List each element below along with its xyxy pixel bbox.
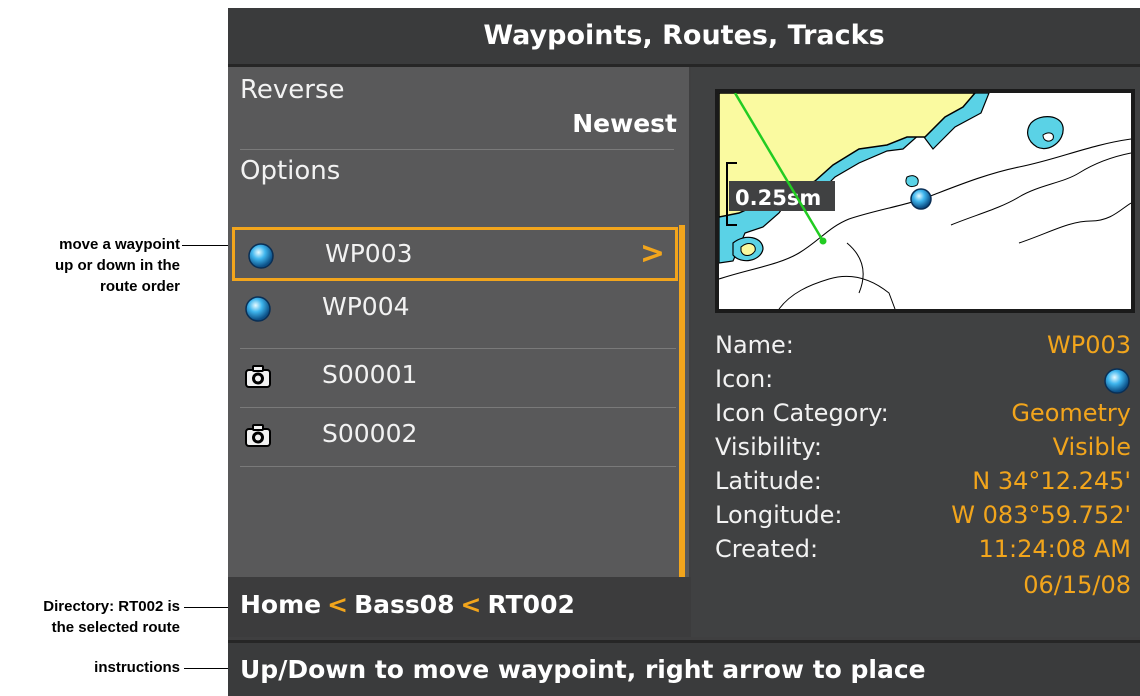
chevron-right-icon[interactable]: > [640,236,665,271]
list-item-wp004[interactable]: WP004 [232,283,676,335]
callout-move-waypoint: move a waypoint up or down in the route … [55,234,180,297]
detail-value: W 083°59.752' [951,501,1131,529]
breadcrumb-rt002[interactable]: RT002 [488,590,575,619]
waypoint-ball-icon [248,243,274,269]
map-preview: 0.25sm [715,89,1135,313]
waypoint-ball-icon [1104,368,1130,394]
instruction-text: Up/Down to move waypoint, right arrow to… [240,655,926,684]
detail-key: Icon: [715,365,774,393]
detail-name: Name: WP003 [715,331,1131,365]
detail-icon: Icon: [715,365,1131,399]
title-bar: Waypoints, Routes, Tracks [228,8,1140,67]
detail-key: Created: [715,535,819,563]
list-item-label: S00002 [322,419,418,448]
detail-icon-category: Icon Category: Geometry [715,399,1131,433]
detail-longitude: Longitude: W 083°59.752' [715,501,1131,535]
chevron-left-icon: < [460,590,482,619]
callout-instructions: instructions [94,657,180,678]
camera-icon [245,365,271,388]
detail-latitude: Latitude: N 34°12.245' [715,467,1131,501]
map-scale-label: 0.25sm [735,186,821,210]
list-item-label: WP003 [325,239,413,268]
instruction-bar: Up/Down to move waypoint, right arrow to… [228,640,1140,696]
chevron-left-icon: < [327,590,349,619]
list-item-wp003[interactable]: WP003 > [232,227,678,281]
callout-directory: Directory: RT002 is the selected route [43,596,180,638]
breadcrumb: Home < Bass08 < RT002 [240,590,575,619]
menu-options[interactable]: Options [240,156,340,186]
callout-line-2: up or down in the [55,257,180,274]
list-item-label: WP004 [322,292,410,321]
callout-line-1: Directory: RT002 is [43,598,180,615]
detail-key: Latitude: [715,467,822,495]
detail-created-date: 06/15/08 [715,571,1131,605]
left-panel: Reverse Newest Options WP003 > WP004 S00… [228,67,689,577]
detail-key: Name: [715,331,794,359]
list-item-s00002[interactable]: S00002 [232,410,676,462]
list-item-s00001[interactable]: S00001 [232,351,676,403]
menu-reverse-value[interactable]: Newest [572,109,677,138]
detail-value: 06/15/08 [1023,571,1131,599]
menu-divider [240,149,674,150]
detail-value: WP003 [1046,331,1131,359]
detail-key: Longitude: [715,501,843,529]
camera-icon [245,424,271,447]
detail-value: Visible [1052,433,1131,461]
callout-line-1: instructions [94,659,180,676]
waypoint-ball-icon [245,296,271,322]
list-divider [240,407,676,408]
device-screen: Waypoints, Routes, Tracks Reverse Newest… [228,8,1140,696]
callout-leader-directory [184,607,232,608]
detail-key: Visibility: [715,433,822,461]
list-divider [240,348,676,349]
list-item-label: S00001 [322,360,418,389]
callout-leader-move [182,245,232,246]
list-divider [240,466,676,467]
chart-map: 0.25sm [719,93,1131,309]
menu-reverse[interactable]: Reverse [240,75,345,105]
detail-value: 11:24:08 AM [978,535,1131,563]
detail-key: Icon Category: [715,399,889,427]
detail-value: Geometry [1011,399,1131,427]
detail-value: N 34°12.245' [972,467,1131,495]
breadcrumb-home[interactable]: Home [240,590,321,619]
directory-bar: Home < Bass08 < RT002 [228,577,691,637]
callout-line-3: route order [99,278,180,295]
callout-leader-instructions [184,668,232,669]
detail-visibility: Visibility: Visible [715,433,1131,467]
details-panel: 0.25sm Name: WP003 Icon: Icon Category: … [691,67,1140,637]
callout-line-1: move a waypoint [59,236,180,253]
breadcrumb-bass08[interactable]: Bass08 [354,590,454,619]
waypoint-marker-icon[interactable] [910,188,932,210]
list-scrollbar[interactable] [679,225,685,577]
callout-line-2: the selected route [51,619,180,636]
detail-created: Created: 11:24:08 AM [715,535,1131,569]
